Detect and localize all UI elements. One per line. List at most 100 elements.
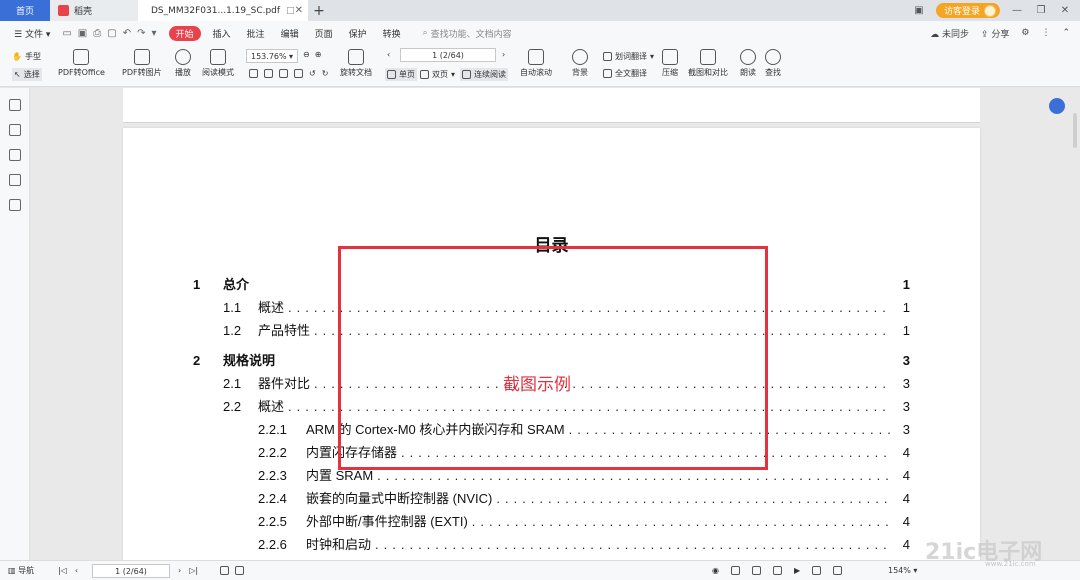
actual-size-icon[interactable] [249,69,258,78]
pdf-to-office-icon [73,49,90,65]
toc-entry-number: 2 [193,353,201,368]
next-page-status-icon[interactable]: › [178,566,181,575]
rotate-right-icon[interactable]: ↻ [322,69,329,78]
bookmark-icon[interactable] [8,99,21,111]
collapse-icon[interactable]: ⌃ [1062,28,1070,38]
fit-width-icon[interactable] [279,69,288,78]
menu-page[interactable]: 页面 [307,27,341,40]
fit-status-icon[interactable] [730,566,740,575]
menu-edit[interactable]: 编辑 [273,27,307,40]
last-page-icon[interactable]: ▷| [189,566,198,575]
find-button[interactable]: 查找 [765,49,781,78]
eye-mode-icon[interactable]: ◉ [712,566,719,575]
toc-entry-page: 3 [902,422,910,437]
toc-entry-number: 2.2 [223,399,242,414]
rotate-document-icon [348,49,364,65]
nav-toggle[interactable]: ▥ 导航 [8,565,34,576]
rotate-left-icon[interactable]: ↺ [309,69,316,78]
zoom-out-icon[interactable]: ⊖ [303,50,310,59]
menu-annotate[interactable]: 批注 [239,27,273,40]
tab-docer[interactable]: 稻壳 [50,0,138,21]
full-translate-button[interactable]: 全文翻译 [603,68,647,79]
menu-protect[interactable]: 保护 [341,27,375,40]
undo-icon[interactable]: ↶ [123,28,131,39]
single-page-button[interactable]: 单页 [385,68,417,81]
toc-entry[interactable]: 2.2.4 嵌套的向量式中断控制器 (NVIC).................… [193,488,910,506]
new-tab-icon[interactable]: + [308,0,330,21]
word-translate-button[interactable]: 划词翻译 ▾ [603,51,654,62]
play-button[interactable]: 播放 [175,49,191,78]
double-status-icon[interactable] [772,566,782,575]
back-icon[interactable] [220,566,229,575]
signature-icon[interactable] [8,199,21,211]
background-button[interactable]: 背景 [572,49,588,78]
document-viewer[interactable]: 目录 1 总介 1 1.1 概述............................… [31,88,1080,560]
find-label: 查找 [765,68,781,77]
tab-pin-icon[interactable]: □ [286,6,295,16]
more-icon[interactable]: ▾ [151,28,156,39]
crop-icon[interactable] [294,69,303,78]
login-button[interactable]: 访客登录 [935,3,1000,18]
layout-icon[interactable]: ▣ [912,5,926,16]
export-icon[interactable]: ▢ [107,28,116,39]
continuous-read-button[interactable]: 连续阅读 [460,68,508,81]
toc-entry[interactable]: 2.2.6 时钟和启动..............................… [193,534,910,552]
close-window-icon[interactable]: ✕ [1058,5,1072,16]
fit-page-icon[interactable] [264,69,273,78]
compress-button[interactable]: 压缩 [662,49,678,78]
comment-icon[interactable] [8,149,21,161]
rotate-document-button[interactable]: 旋转文档 [340,49,372,78]
command-search[interactable]: ⌕ 查找功能、文档内容 [423,27,512,40]
forward-icon[interactable] [235,566,244,575]
vertical-scrollbar[interactable] [1073,113,1077,148]
tab-pdf-document[interactable]: DS_MM32F031...1.19_SC.pdf □ ✕ [138,0,308,21]
print-icon[interactable]: ⎙ [93,28,101,39]
redo-icon[interactable]: ↷ [137,28,145,39]
floating-tool-icon[interactable] [1049,98,1065,114]
settings-icon[interactable]: ⚙ [1021,28,1029,38]
thumbnail-icon[interactable] [8,124,21,136]
share-button[interactable]: ⇪ 分享 [981,27,1009,40]
minimize-icon[interactable]: — [1010,5,1024,16]
save-icon[interactable]: ▣ [78,28,87,39]
pdf-to-image-button[interactable]: PDF转图片 [122,49,162,78]
select-tool[interactable]: ↖ 选择 [12,68,42,81]
pdf-to-office-button[interactable]: PDF转Office [58,49,105,78]
tab-close-icon[interactable]: ✕ [295,5,303,16]
menu-home[interactable]: 开始 [168,25,201,41]
file-menu[interactable]: ☰ 文件 ▾ [6,27,58,40]
sync-label: 未同步 [941,29,969,40]
actual-status-icon[interactable] [812,566,822,575]
zoom-value: 153.76% [251,51,287,61]
play-status-icon[interactable]: ▶ [794,566,800,575]
hand-tool[interactable]: ✋ 手型 [12,51,41,62]
zoom-in-icon[interactable]: ⊕ [315,50,322,59]
attachment-icon[interactable] [8,174,21,186]
restore-icon[interactable]: ❐ [1034,5,1048,16]
open-icon[interactable]: ▭ [62,28,71,39]
menu-convert[interactable]: 转换 [375,27,409,40]
toc-entry-text: 嵌套的向量式中断控制器 (NVIC) [306,491,493,506]
prev-page-status-icon[interactable]: ‹ [75,566,78,575]
menu-right: ☁ 未同步 ⇪ 分享 ⚙ ⋮ ⌃ [930,27,1080,40]
toc-entry[interactable]: 2.2.5 外部中断/事件控制器 (EXTI)..................… [193,511,910,529]
zoom-select[interactable]: 153.76% ▾ [246,49,298,63]
read-mode-button[interactable]: 阅读模式 [202,49,234,78]
tab-home[interactable]: 首页 [0,0,50,21]
double-page-button[interactable]: 双页 ▾ [420,69,455,80]
more-options-icon[interactable]: ⋮ [1041,28,1050,38]
fitpage-status-icon[interactable] [833,566,843,575]
status-page-input[interactable]: 1 (2/64) [92,564,170,578]
screenshot-compare-button[interactable]: 截图和对比 [688,49,728,78]
single-status-icon[interactable] [751,566,761,575]
next-page-icon[interactable]: › [502,50,505,59]
first-page-icon[interactable]: |◁ [58,566,67,575]
continuous-label: 连续阅读 [474,70,506,79]
auto-scroll-button[interactable]: 自动滚动 [520,49,552,78]
prev-page-icon[interactable]: ‹ [387,50,390,59]
menu-insert[interactable]: 插入 [205,27,239,40]
read-aloud-button[interactable]: 朗读 [740,49,756,78]
status-zoom[interactable]: 154% ▾ [888,566,917,575]
sync-status[interactable]: ☁ 未同步 [930,27,969,40]
page-number-input[interactable]: 1 (2/64) [400,48,496,62]
